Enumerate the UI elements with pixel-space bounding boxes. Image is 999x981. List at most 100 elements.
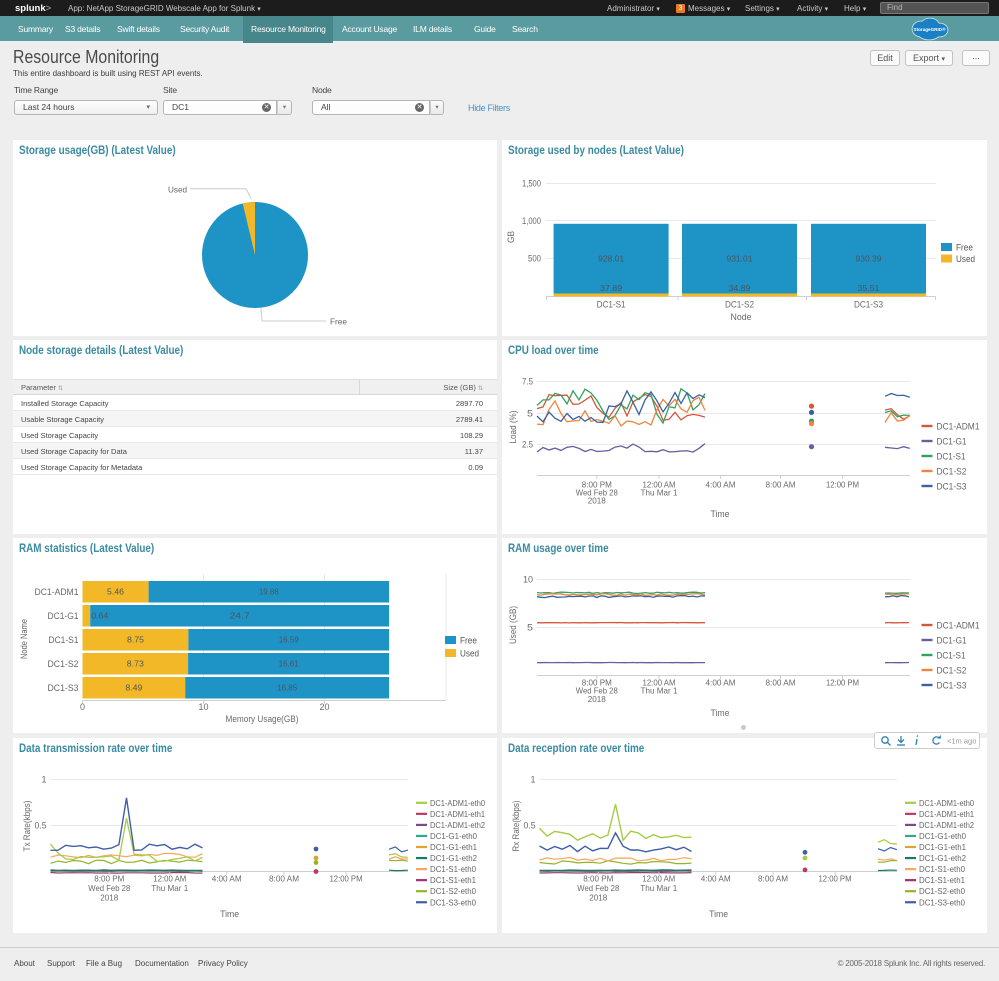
svg-text:37.89: 37.89 xyxy=(600,283,622,293)
svg-text:8:00 AM: 8:00 AM xyxy=(269,874,299,884)
svg-text:DC1-ADM1-eth0: DC1-ADM1-eth0 xyxy=(430,798,485,808)
svg-text:7.5: 7.5 xyxy=(522,377,533,387)
svg-text:Thu Mar 1: Thu Mar 1 xyxy=(640,883,677,893)
svg-text:DC1-G1-eth1: DC1-G1-eth1 xyxy=(430,842,477,852)
svg-text:DC1-ADM1: DC1-ADM1 xyxy=(937,621,980,631)
svg-text:4:00 AM: 4:00 AM xyxy=(701,874,731,884)
svg-text:5: 5 xyxy=(527,623,533,633)
svg-text:1: 1 xyxy=(42,774,47,784)
svg-text:0.64: 0.64 xyxy=(91,611,108,621)
svg-text:0: 0 xyxy=(80,702,85,712)
svg-text:DC1-ADM1-eth1: DC1-ADM1-eth1 xyxy=(430,809,485,819)
svg-text:DC1-G1: DC1-G1 xyxy=(937,437,967,447)
svg-text:DC1-ADM1: DC1-ADM1 xyxy=(35,587,79,597)
svg-text:34.89: 34.89 xyxy=(729,283,751,293)
svg-text:DC1-ADM1: DC1-ADM1 xyxy=(937,422,980,432)
svg-text:2018: 2018 xyxy=(589,893,607,903)
svg-text:DC1-G1: DC1-G1 xyxy=(48,611,79,621)
svg-text:DC1-S2: DC1-S2 xyxy=(48,659,79,669)
svg-text:0.5: 0.5 xyxy=(35,821,47,831)
svg-text:12:00 AM: 12:00 AM xyxy=(642,874,675,884)
svg-text:DC1-S3: DC1-S3 xyxy=(937,482,967,492)
svg-text:19.88: 19.88 xyxy=(259,587,279,597)
svg-text:1,500: 1,500 xyxy=(522,179,541,189)
svg-text:12:00 PM: 12:00 PM xyxy=(819,874,852,884)
svg-text:Used: Used xyxy=(168,185,187,195)
svg-text:5: 5 xyxy=(527,409,533,419)
svg-text:928.01: 928.01 xyxy=(598,254,624,264)
svg-text:DC1-G1-eth0: DC1-G1-eth0 xyxy=(430,831,477,841)
svg-text:Tx Rate(kbps): Tx Rate(kbps) xyxy=(22,800,32,851)
svg-text:Wed Feb 28: Wed Feb 28 xyxy=(577,883,619,893)
svg-text:Time: Time xyxy=(711,509,730,519)
svg-text:Time: Time xyxy=(711,708,730,718)
svg-text:8:00 AM: 8:00 AM xyxy=(766,479,796,489)
svg-text:12:00 AM: 12:00 AM xyxy=(153,874,186,884)
svg-text:DC1-S2-eth0: DC1-S2-eth0 xyxy=(919,886,965,896)
svg-text:4:00 AM: 4:00 AM xyxy=(706,479,736,489)
svg-text:DC1-G1: DC1-G1 xyxy=(937,636,967,646)
svg-text:930.39: 930.39 xyxy=(856,254,882,264)
svg-text:DC1-G1-eth1: DC1-G1-eth1 xyxy=(919,842,966,852)
svg-text:DC1-S1-eth0: DC1-S1-eth0 xyxy=(919,864,965,874)
svg-text:16.85: 16.85 xyxy=(277,683,297,693)
svg-text:DC1-S1: DC1-S1 xyxy=(937,651,966,661)
svg-text:Used: Used xyxy=(956,254,975,264)
svg-text:Free: Free xyxy=(956,243,973,253)
svg-text:DC1-S1: DC1-S1 xyxy=(597,300,626,310)
svg-text:8.73: 8.73 xyxy=(127,659,144,669)
svg-text:Time: Time xyxy=(709,909,728,919)
svg-text:20: 20 xyxy=(320,702,330,712)
svg-text:DC1-S3-eth0: DC1-S3-eth0 xyxy=(430,897,476,907)
svg-text:4:00 AM: 4:00 AM xyxy=(212,874,242,884)
svg-text:Free: Free xyxy=(460,636,477,646)
svg-text:GB: GB xyxy=(506,231,516,243)
svg-text:2018: 2018 xyxy=(588,496,606,506)
svg-text:2018: 2018 xyxy=(100,893,118,903)
svg-text:0.5: 0.5 xyxy=(524,821,536,831)
svg-text:10: 10 xyxy=(199,702,209,712)
svg-text:<1m ago: <1m ago xyxy=(947,737,976,746)
svg-text:8:00 AM: 8:00 AM xyxy=(766,678,796,688)
svg-text:Used: Used xyxy=(460,649,479,659)
svg-text:DC1-S3: DC1-S3 xyxy=(48,683,79,693)
svg-text:16.61: 16.61 xyxy=(279,659,299,669)
svg-text:DC1-ADM1-eth0: DC1-ADM1-eth0 xyxy=(919,798,974,808)
svg-text:Node: Node xyxy=(731,312,752,322)
svg-text:2.5: 2.5 xyxy=(522,440,533,450)
svg-text:DC1-S2: DC1-S2 xyxy=(937,467,967,477)
svg-text:Thu Mar 1: Thu Mar 1 xyxy=(641,488,678,498)
svg-text:Thu Mar 1: Thu Mar 1 xyxy=(641,686,678,696)
svg-text:Wed Feb 28: Wed Feb 28 xyxy=(88,883,130,893)
svg-text:2018: 2018 xyxy=(588,694,606,704)
svg-text:Node Name: Node Name xyxy=(19,619,29,659)
svg-text:StorageGRID®: StorageGRID® xyxy=(914,26,947,32)
svg-text:500: 500 xyxy=(528,253,541,263)
svg-text:12:00 PM: 12:00 PM xyxy=(330,874,363,884)
svg-text:DC1-S2-eth0: DC1-S2-eth0 xyxy=(430,886,476,896)
svg-text:Thu Mar 1: Thu Mar 1 xyxy=(151,883,188,893)
svg-text:DC1-S3: DC1-S3 xyxy=(854,300,883,310)
svg-text:DC1-S1-eth1: DC1-S1-eth1 xyxy=(430,875,476,885)
svg-text:DC1-ADM1-eth2: DC1-ADM1-eth2 xyxy=(430,820,485,830)
svg-text:DC1-G1-eth0: DC1-G1-eth0 xyxy=(919,831,966,841)
svg-text:Free: Free xyxy=(330,317,347,327)
svg-text:12:00 PM: 12:00 PM xyxy=(826,479,859,489)
svg-text:8:00 PM: 8:00 PM xyxy=(583,874,613,884)
svg-text:1,000: 1,000 xyxy=(522,216,541,226)
svg-text:DC1-S1: DC1-S1 xyxy=(49,635,79,645)
svg-text:DC1-G1-eth2: DC1-G1-eth2 xyxy=(430,853,477,863)
svg-text:8.75: 8.75 xyxy=(127,635,144,645)
svg-text:DC1-S1-eth1: DC1-S1-eth1 xyxy=(919,875,965,885)
svg-text:8:00 PM: 8:00 PM xyxy=(94,874,124,884)
svg-text:DC1-G1-eth2: DC1-G1-eth2 xyxy=(919,853,966,863)
svg-text:24.7: 24.7 xyxy=(230,611,250,621)
svg-text:Load (%): Load (%) xyxy=(508,411,518,444)
svg-text:DC1-S1-eth0: DC1-S1-eth0 xyxy=(430,864,476,874)
svg-text:DC1-S3-eth0: DC1-S3-eth0 xyxy=(919,897,965,907)
svg-text:Rx Rate(kbps): Rx Rate(kbps) xyxy=(511,800,521,851)
svg-text:DC1-S3: DC1-S3 xyxy=(937,681,967,691)
svg-text:8:00 AM: 8:00 AM xyxy=(758,874,788,884)
svg-text:DC1-S2: DC1-S2 xyxy=(725,300,754,310)
svg-text:931.01: 931.01 xyxy=(727,254,753,264)
